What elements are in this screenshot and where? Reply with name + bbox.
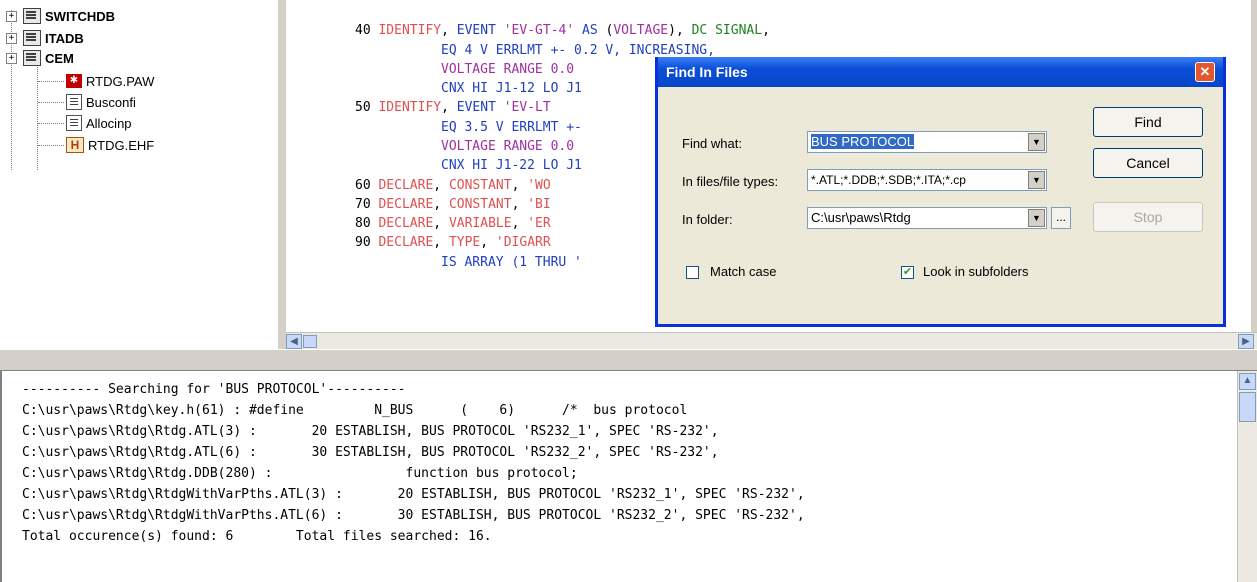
document-icon — [66, 94, 82, 110]
code-line: 40 IDENTIFY, EVENT 'EV-GT-4' AS (VOLTAGE… — [355, 23, 770, 38]
code-line: IS ARRAY (1 THRU ' — [441, 255, 582, 270]
code-line: 70 DECLARE, CONSTANT, 'BI — [355, 197, 551, 212]
vertical-scrollbar[interactable]: ▲ — [1237, 371, 1257, 582]
folder-label: In folder: — [682, 212, 733, 227]
chevron-down-icon[interactable]: ▼ — [1028, 171, 1045, 189]
code-line: VOLTAGE RANGE 0.0 — [441, 139, 582, 154]
output-line: C:\usr\paws\Rtdg\RtdgWithVarPths.ATL(6) … — [22, 508, 805, 523]
expand-icon[interactable]: + — [6, 10, 17, 22]
subfolders-checkbox[interactable]: ✔ — [901, 266, 914, 279]
tree-item-rtdg-paw[interactable]: ✱ RTDG.PAW — [66, 71, 154, 91]
find-what-value: BUS PROTOCOL — [811, 134, 915, 149]
horizontal-scrollbar[interactable]: ◀ ▶ — [286, 332, 1257, 350]
file-types-combo[interactable]: *.ATL;*.DDB;*.SDB;*.ITA;*.cp ▼ — [807, 169, 1047, 191]
close-icon[interactable]: ✕ — [1195, 62, 1215, 82]
code-line: 80 DECLARE, VARIABLE, 'ER — [355, 216, 551, 231]
expand-icon[interactable]: + — [6, 32, 17, 44]
scroll-thumb[interactable] — [303, 335, 317, 348]
tree-item-rtdg-ehf[interactable]: H RTDG.EHF — [66, 135, 154, 155]
find-button[interactable]: Find — [1093, 107, 1203, 137]
tree-item-label: CEM — [45, 50, 74, 66]
tree-item-label: RTDG.PAW — [86, 73, 155, 89]
document-icon — [66, 115, 82, 131]
database-icon — [23, 8, 41, 24]
code-line: 50 IDENTIFY, EVENT 'EV-LT — [355, 100, 551, 115]
file-tree[interactable]: + SWITCHDB + ITADB + CEM ✱ RTDG.PAW Busc… — [0, 0, 279, 349]
match-case-checkbox[interactable] — [686, 266, 699, 279]
code-line: EQ 3.5 V ERRLMT +- — [441, 120, 582, 135]
tree-item-label: Allocinp — [86, 115, 132, 131]
paw-file-icon: ✱ — [66, 74, 82, 88]
scroll-thumb[interactable] — [1239, 392, 1256, 422]
tree-item-allocinp[interactable]: Allocinp — [66, 113, 132, 133]
output-line: C:\usr\paws\Rtdg\key.h(61) : #define N_B… — [22, 403, 688, 418]
code-line: CNX HI J1-12 LO J1 — [441, 81, 582, 96]
browse-button[interactable]: ... — [1051, 207, 1071, 229]
output-line: C:\usr\paws\Rtdg\Rtdg.ATL(3) : 20 ESTABL… — [22, 424, 719, 439]
output-line: C:\usr\paws\Rtdg\Rtdg.DDB(280) : functio… — [22, 466, 578, 481]
code-line: 60 DECLARE, CONSTANT, 'WO — [355, 178, 551, 193]
stop-button[interactable]: Stop — [1093, 202, 1203, 232]
tree-item-label: Busconfi — [86, 94, 136, 110]
subfolders-label: Look in subfolders — [923, 264, 1029, 279]
output-line: ---------- Searching for 'BUS PROTOCOL'-… — [22, 382, 406, 397]
file-types-label: In files/file types: — [682, 174, 779, 189]
match-case-label: Match case — [710, 264, 777, 279]
scroll-right-icon[interactable]: ▶ — [1238, 334, 1254, 349]
tree-item-label: SWITCHDB — [45, 8, 116, 24]
file-types-value: *.ATL;*.DDB;*.SDB;*.ITA;*.cp — [811, 173, 966, 187]
output-line: C:\usr\paws\Rtdg\Rtdg.ATL(6) : 30 ESTABL… — [22, 445, 719, 460]
pane-divider[interactable] — [278, 0, 286, 349]
dialog-title[interactable]: Find In Files — [658, 57, 1223, 87]
tree-item-switchdb[interactable]: + SWITCHDB — [6, 6, 115, 26]
tree-item-itadb[interactable]: + ITADB — [6, 28, 84, 48]
find-what-label: Find what: — [682, 136, 742, 151]
expand-icon[interactable]: + — [6, 52, 17, 64]
code-line: VOLTAGE RANGE 0.0 — [441, 62, 582, 77]
tree-item-label: ITADB — [45, 30, 84, 46]
database-icon — [23, 30, 41, 46]
find-what-combo[interactable]: BUS PROTOCOL ▼ — [807, 131, 1047, 153]
tree-item-cem[interactable]: + CEM — [6, 48, 74, 68]
code-line: CNX HI J1-22 LO J1 — [441, 158, 582, 173]
output-line: Total occurence(s) found: 6 Total files … — [22, 529, 492, 544]
output-line: C:\usr\paws\Rtdg\RtdgWithVarPths.ATL(3) … — [22, 487, 805, 502]
scroll-left-icon[interactable]: ◀ — [286, 334, 302, 349]
output-pane[interactable]: ---------- Searching for 'BUS PROTOCOL'-… — [0, 371, 1237, 582]
tree-item-label: RTDG.EHF — [88, 137, 155, 153]
folder-combo[interactable]: C:\usr\paws\Rtdg ▼ — [807, 207, 1047, 229]
database-icon — [23, 50, 41, 66]
header-file-icon: H — [66, 137, 84, 153]
splitter-bar[interactable] — [0, 349, 1257, 371]
chevron-down-icon[interactable]: ▼ — [1028, 133, 1045, 151]
chevron-down-icon[interactable]: ▼ — [1028, 209, 1045, 227]
folder-value: C:\usr\paws\Rtdg — [811, 210, 911, 225]
code-line: 90 DECLARE, TYPE, 'DIGARR — [355, 235, 551, 250]
cancel-button[interactable]: Cancel — [1093, 148, 1203, 178]
tree-item-busconfi[interactable]: Busconfi — [66, 92, 136, 112]
scroll-up-icon[interactable]: ▲ — [1239, 373, 1256, 390]
find-in-files-dialog: Find In Files ✕ Find what: BUS PROTOCOL … — [655, 57, 1226, 327]
